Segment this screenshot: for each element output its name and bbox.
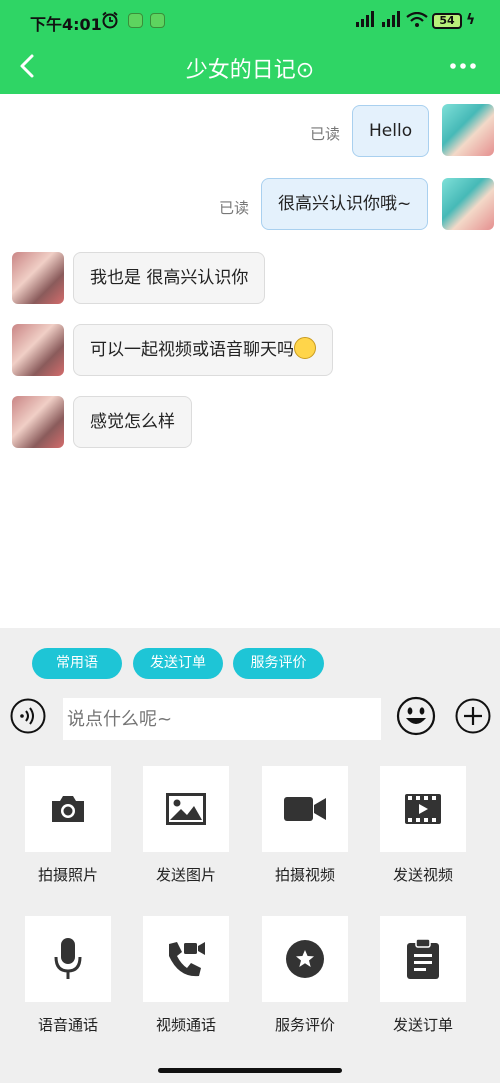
image-icon — [166, 793, 206, 825]
tool-send-image[interactable]: 发送图片 — [142, 766, 230, 885]
tool-record-video[interactable]: 拍摄视频 — [261, 766, 349, 885]
wifi-icon — [406, 12, 428, 27]
alarm-icon — [102, 11, 118, 29]
grinning-emoji-icon — [294, 337, 316, 359]
quick-reply-common-phrases[interactable]: 常用语 — [32, 648, 122, 679]
tool-video-call[interactable]: 视频通话 — [142, 916, 230, 1035]
input-panel: 常用语 发送订单 服务评价 拍摄照片 — [0, 628, 500, 1083]
message-input[interactable] — [63, 698, 381, 740]
voice-input-icon[interactable] — [10, 698, 46, 734]
tool-icon-box — [380, 916, 466, 1002]
read-receipt: 已读 — [219, 199, 250, 217]
tool-icon-box — [25, 766, 111, 852]
contact-avatar[interactable] — [12, 324, 64, 376]
my-avatar[interactable] — [442, 178, 494, 230]
video-camera-icon — [284, 797, 326, 821]
quick-reply-service-rating[interactable]: 服务评价 — [233, 648, 324, 679]
outgoing-message-bubble[interactable]: 很高兴认识你哦~ — [261, 178, 429, 230]
outgoing-message-bubble[interactable]: Hello — [352, 105, 430, 157]
signal-icon — [382, 11, 400, 27]
charging-icon: ϟ — [466, 12, 476, 28]
tool-send-video[interactable]: 发送视频 — [379, 766, 467, 885]
add-more-icon[interactable] — [455, 698, 491, 734]
quick-reply-send-order[interactable]: 发送订单 — [133, 648, 223, 679]
star-badge-icon — [286, 940, 324, 978]
contact-avatar[interactable] — [12, 396, 64, 448]
header-bar: 下午4:01 54 ϟ 少女的日记⊙ — [0, 0, 500, 94]
video-call-icon — [169, 942, 205, 977]
tool-icon-box — [143, 916, 229, 1002]
tool-icon-box — [143, 766, 229, 852]
tool-icon-box — [262, 766, 348, 852]
tool-service-rating[interactable]: 服务评价 — [261, 916, 349, 1035]
incoming-message-bubble[interactable]: 可以一起视频或语音聊天吗 — [73, 324, 333, 376]
tool-icon-box — [380, 766, 466, 852]
tool-label: 发送订单 — [392, 1016, 453, 1034]
incoming-message-bubble[interactable]: 我也是 很高兴认识你 — [73, 252, 266, 304]
tool-send-order[interactable]: 发送订单 — [379, 916, 467, 1035]
tool-label: 拍摄照片 — [37, 866, 98, 884]
camera-icon — [52, 796, 84, 822]
contact-avatar[interactable] — [12, 252, 64, 304]
incoming-message-bubble[interactable]: 感觉怎么样 — [73, 396, 192, 448]
tool-icon-box — [262, 916, 348, 1002]
my-avatar[interactable] — [442, 104, 494, 156]
tool-take-photo[interactable]: 拍摄照片 — [24, 766, 112, 885]
film-icon — [405, 794, 441, 824]
clipboard-icon — [407, 938, 439, 979]
navigation-bar: 少女的日记⊙ — [0, 42, 500, 94]
tool-label: 拍摄视频 — [274, 866, 335, 884]
tool-label: 视频通话 — [155, 1016, 216, 1034]
tool-label: 服务评价 — [274, 1016, 335, 1034]
message-text: 可以一起视频或语音聊天吗 — [90, 340, 294, 360]
tool-label: 发送视频 — [392, 866, 453, 884]
chat-message-list[interactable]: 已读 Hello 已读 很高兴认识你哦~ 我也是 很高兴认识你 可以一起视频或语… — [0, 94, 500, 628]
emoji-icon[interactable] — [396, 696, 436, 736]
tool-label: 语音通话 — [37, 1016, 98, 1034]
read-receipt: 已读 — [310, 125, 341, 143]
chat-title: 少女的日记⊙ — [185, 58, 315, 83]
app-notification-icon — [128, 13, 143, 28]
status-time: 下午4:01 — [30, 15, 102, 34]
app-notification-icon — [150, 13, 165, 28]
tool-icon-box — [25, 916, 111, 1002]
more-options-icon[interactable] — [445, 54, 481, 78]
home-indicator[interactable] — [158, 1068, 342, 1073]
status-bar: 下午4:01 54 ϟ — [0, 0, 500, 42]
tool-label: 发送图片 — [155, 866, 216, 884]
signal-icon — [356, 11, 374, 27]
microphone-icon — [54, 938, 82, 979]
tool-voice-call[interactable]: 语音通话 — [24, 916, 112, 1035]
battery-indicator: 54 — [432, 13, 462, 29]
